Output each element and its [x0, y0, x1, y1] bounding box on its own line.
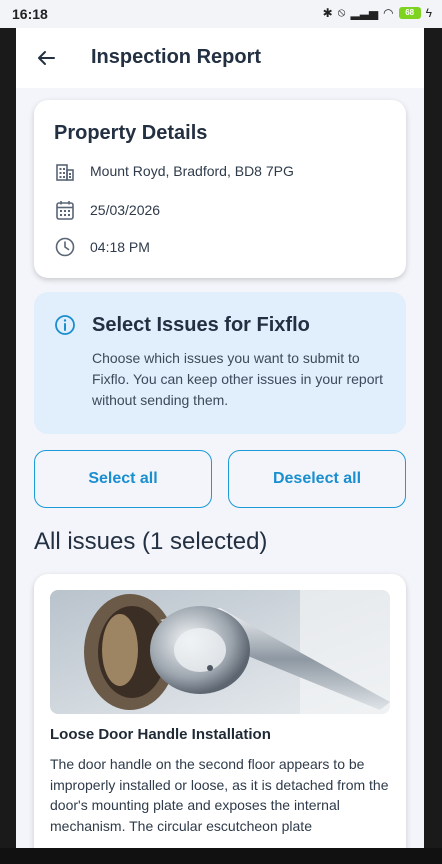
- battery-icon: 68: [398, 6, 421, 19]
- info-description: Choose which issues you want to submit t…: [92, 350, 384, 408]
- issue-title: Loose Door Handle Installation: [50, 726, 271, 743]
- page-title: Inspection Report: [91, 46, 262, 68]
- address-row: Mount Royd, Bradford, BD8 7PG: [54, 160, 294, 182]
- signal-icon: ▂▃▅: [350, 5, 379, 20]
- calendar-icon: [56, 201, 74, 220]
- property-details-card: Property Details Mount Royd, Bradford, B…: [34, 100, 406, 278]
- system-nav-bar: [0, 848, 442, 864]
- wifi-icon: ◠: [383, 5, 394, 20]
- property-address: Mount Royd, Bradford, BD8 7PG: [90, 163, 294, 179]
- info-title: Select Issues for Fixflo: [92, 314, 310, 336]
- app-screen: Inspection Report Property Details Mount…: [16, 28, 424, 848]
- issue-photo: [50, 590, 390, 714]
- clock-icon: [55, 237, 75, 257]
- issue-description: The door handle on the second floor appe…: [50, 756, 389, 834]
- bluetooth-icon: ✱: [322, 5, 333, 20]
- property-heading: Property Details: [54, 122, 208, 144]
- fixflo-info-box: Select Issues for Fixflo Choose which is…: [34, 292, 406, 434]
- status-bar: 16:18 ✱ ⦸ ▂▃▅ ◠ 68 ϟ: [0, 0, 442, 28]
- back-arrow-icon: [38, 51, 55, 65]
- time-row: 04:18 PM: [54, 236, 150, 258]
- status-icons: ✱ ⦸ ▂▃▅ ◠ 68 ϟ: [323, 5, 432, 20]
- date-row: 25/03/2026: [54, 199, 160, 221]
- inspection-date: 25/03/2026: [90, 202, 161, 218]
- select-all-button[interactable]: Select all: [34, 450, 212, 508]
- info-icon: [55, 315, 75, 335]
- back-button[interactable]: [30, 42, 62, 74]
- charging-icon: ϟ: [425, 5, 432, 20]
- mute-icon: ⦸: [337, 5, 346, 19]
- issue-card[interactable]: Loose Door Handle Installation The door …: [34, 574, 406, 848]
- issues-heading: All issues (1 selected): [34, 528, 268, 555]
- status-time: 16:18: [12, 6, 48, 22]
- building-icon: [56, 164, 74, 181]
- deselect-all-button[interactable]: Deselect all: [228, 450, 406, 508]
- inspection-time: 04:18 PM: [90, 239, 150, 255]
- app-bar: Inspection Report: [16, 28, 424, 88]
